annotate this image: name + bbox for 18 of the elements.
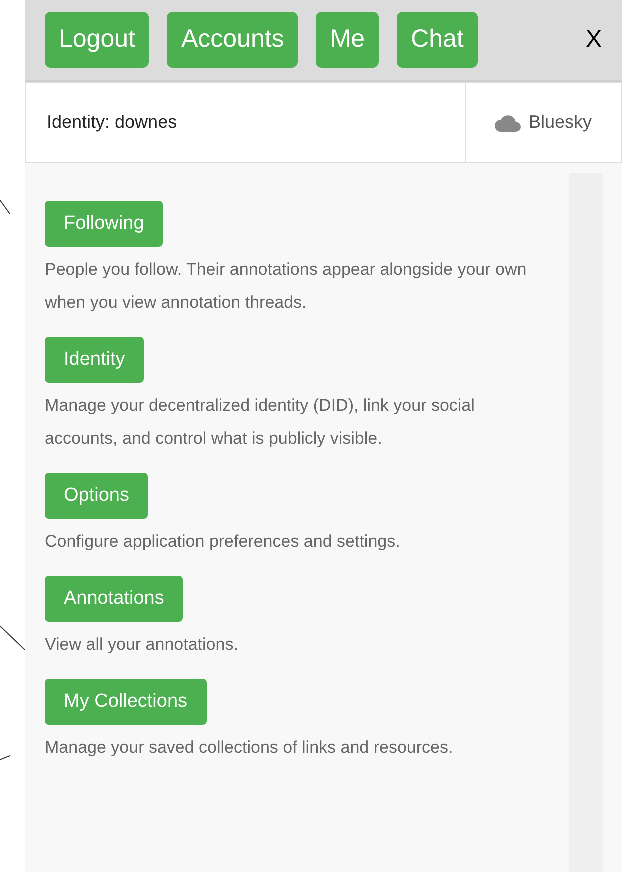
nav-button[interactable]: Chat xyxy=(397,12,478,68)
section-description: Manage your saved collections of links and resources. xyxy=(45,737,454,759)
nav-button[interactable]: Accounts xyxy=(167,12,298,68)
network-label: Bluesky xyxy=(528,111,592,134)
section-description: People you follow. Their annotations appear alongside your own when you view annotation threads. xyxy=(45,259,528,314)
close-button[interactable]: X xyxy=(586,22,602,58)
section-button[interactable]: Options xyxy=(45,473,148,519)
nav-button[interactable]: Logout xyxy=(45,12,150,68)
section-button[interactable]: Identity xyxy=(45,337,144,383)
section-description: Configure application preferences and settings. xyxy=(45,531,400,553)
nav-button[interactable]: Me xyxy=(316,12,380,68)
cloud-icon xyxy=(494,114,521,132)
section-description: View all your annotations. xyxy=(45,634,238,656)
section-button[interactable]: My Collections xyxy=(45,679,207,725)
section-button[interactable]: Annotations xyxy=(45,576,184,622)
section-description: Manage your decentralized identity (DID), link your social accounts, and control what is publicly visible. xyxy=(45,395,476,450)
section-button[interactable]: Following xyxy=(45,201,164,247)
identity-label: Identity: downes xyxy=(47,111,178,134)
